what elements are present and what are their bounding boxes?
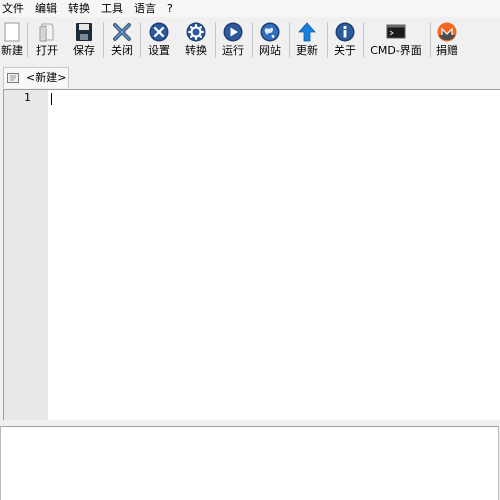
open-file-icon [39, 23, 54, 42]
settings-wrench-icon [149, 22, 169, 42]
toolbar: 新建 打开 保存 关闭 设置 转换 运行 网站 更新 关于 CMD-界面 捐赠 [0, 17, 500, 64]
convert-button-label: 转换 [185, 44, 207, 57]
tab-strip: <新建> [0, 63, 500, 89]
update-button[interactable]: 更新 [293, 19, 321, 61]
gear-icon [186, 22, 206, 42]
toolbar-separator [140, 22, 141, 58]
close-button[interactable]: 关闭 [108, 19, 136, 61]
line-number-gutter: 1 [4, 90, 48, 420]
close-x-icon [113, 23, 131, 41]
run-button[interactable]: 运行 [219, 19, 247, 61]
new-button-label: 新建 [1, 44, 23, 57]
terminal-icon [386, 24, 406, 39]
line-number: 1 [24, 91, 31, 104]
website-button-label: 网站 [259, 44, 281, 57]
open-button-label: 打开 [36, 44, 58, 57]
menu-help[interactable]: ? [165, 0, 175, 17]
new-button[interactable]: 新建 [0, 19, 24, 61]
play-icon [223, 22, 243, 42]
toolbar-separator [27, 22, 28, 58]
toolbar-separator [215, 22, 216, 58]
toolbar-separator [289, 22, 290, 58]
convert-button[interactable]: 转换 [182, 19, 210, 61]
settings-button[interactable]: 设置 [145, 19, 173, 61]
up-arrow-icon [298, 22, 316, 42]
document-tab-icon [7, 73, 19, 83]
save-button[interactable]: 保存 [70, 19, 98, 61]
floppy-disk-icon [76, 23, 92, 41]
output-panel[interactable] [0, 426, 499, 500]
about-button[interactable]: 关于 [331, 19, 359, 61]
text-caret [51, 93, 52, 105]
menu-edit[interactable]: 编辑 [33, 0, 59, 17]
cmd-interface-button[interactable]: CMD-界面 [366, 19, 426, 61]
website-button[interactable]: 网站 [256, 19, 284, 61]
update-button-label: 更新 [296, 44, 318, 57]
code-editor[interactable]: 1 [3, 89, 500, 420]
close-button-label: 关闭 [111, 44, 133, 57]
donate-button[interactable]: 捐赠 [433, 19, 461, 61]
run-button-label: 运行 [222, 44, 244, 57]
menu-convert[interactable]: 转换 [66, 0, 92, 17]
tab-new-document[interactable]: <新建> [3, 67, 69, 88]
toolbar-separator [103, 22, 104, 58]
monero-icon [437, 22, 457, 42]
info-icon [335, 22, 355, 42]
menu-bar: 文件 编辑 转换 工具 语言 ? [0, 0, 500, 17]
code-text-area[interactable] [50, 90, 500, 420]
new-file-icon [4, 22, 20, 42]
menu-language[interactable]: 语言 [132, 0, 158, 17]
donate-button-label: 捐赠 [436, 44, 458, 57]
globe-icon [260, 22, 280, 42]
cmd-interface-button-label: CMD-界面 [370, 44, 422, 57]
toolbar-separator [430, 22, 431, 58]
settings-button-label: 设置 [148, 44, 170, 57]
tab-label: <新建> [26, 71, 67, 84]
menu-tools[interactable]: 工具 [99, 0, 125, 17]
toolbar-separator [252, 22, 253, 58]
toolbar-separator [363, 22, 364, 58]
toolbar-separator [327, 22, 328, 58]
save-button-label: 保存 [73, 44, 95, 57]
about-button-label: 关于 [334, 44, 356, 57]
menu-file[interactable]: 文件 [0, 0, 26, 17]
open-button[interactable]: 打开 [32, 19, 62, 61]
